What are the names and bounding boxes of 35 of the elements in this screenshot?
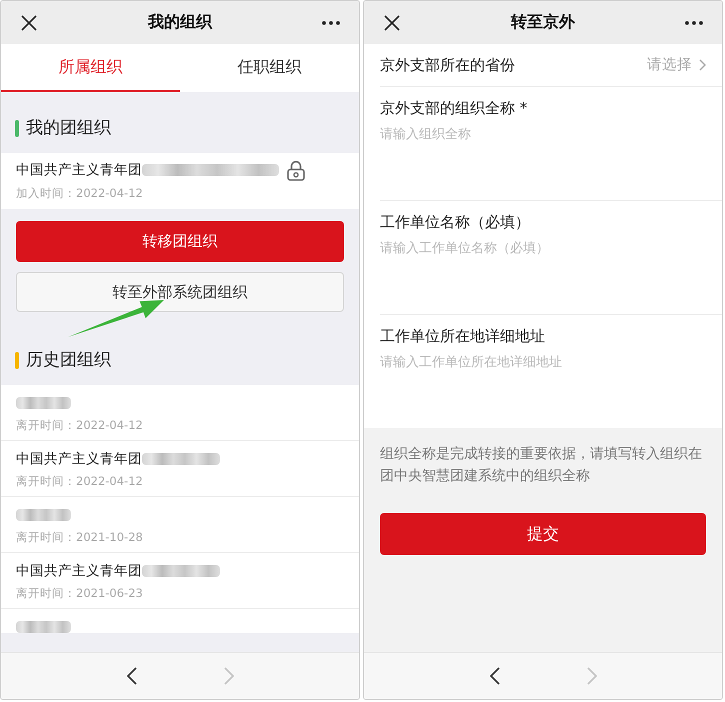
chevron-right-icon	[699, 59, 706, 71]
submit-button[interactable]: 提交	[380, 513, 706, 555]
text-area[interactable]: 请输入工作单位名称（必填）	[380, 239, 706, 309]
field-label: 京外支部的组织全称 *	[380, 98, 528, 118]
close-icon	[384, 14, 400, 30]
transfer-button[interactable]: 转移团组织	[16, 221, 344, 262]
leave-date: 离开时间：2021-10-28	[16, 529, 143, 545]
field-label: 京外支部所在的省份	[380, 55, 515, 75]
more-icon	[322, 20, 340, 24]
close-icon	[21, 14, 37, 30]
field-label: 工作单位名称（必填）	[380, 212, 531, 232]
text-area[interactable]: 请输入组织全称	[380, 125, 706, 195]
chevron-left-icon	[126, 667, 136, 685]
field-label: 工作单位所在地详细地址	[380, 326, 546, 346]
page-title: 转至京外	[511, 12, 575, 33]
section-title: 我的团组织	[26, 118, 111, 138]
chevron-right-icon	[586, 667, 596, 685]
org-name: 中国共产主义青年团	[16, 450, 142, 468]
leave-date: 离开时间：2022-04-12	[16, 473, 143, 489]
join-date: 加入时间：2022-04-12	[16, 185, 143, 201]
org-name: 中国共产主义青年团	[16, 562, 142, 580]
province-picker[interactable]: 请选择	[646, 57, 692, 73]
more-icon	[685, 20, 703, 24]
text-area[interactable]: 请输入工作单位所在地详细地址	[380, 353, 706, 423]
tab[interactable]: 所属组织	[1, 44, 180, 92]
leave-date: 离开时间：2021-06-23	[16, 585, 143, 601]
page-title: 我的组织	[148, 12, 212, 33]
tab[interactable]: 任职组织	[180, 44, 359, 92]
org-name: 中国共产主义青年团	[16, 161, 142, 179]
chevron-left-icon	[490, 667, 500, 685]
section-title: 历史团组织	[26, 350, 111, 370]
external-transfer-button[interactable]: 转至外部系统团组织	[16, 272, 344, 312]
hint-text: 组织全称是完成转接的重要依据，请填写转入组织在团中央智慧团建系统中的组织全称	[380, 445, 703, 486]
leave-date: 离开时间：2022-04-12	[16, 417, 143, 433]
chevron-right-icon	[224, 667, 234, 685]
